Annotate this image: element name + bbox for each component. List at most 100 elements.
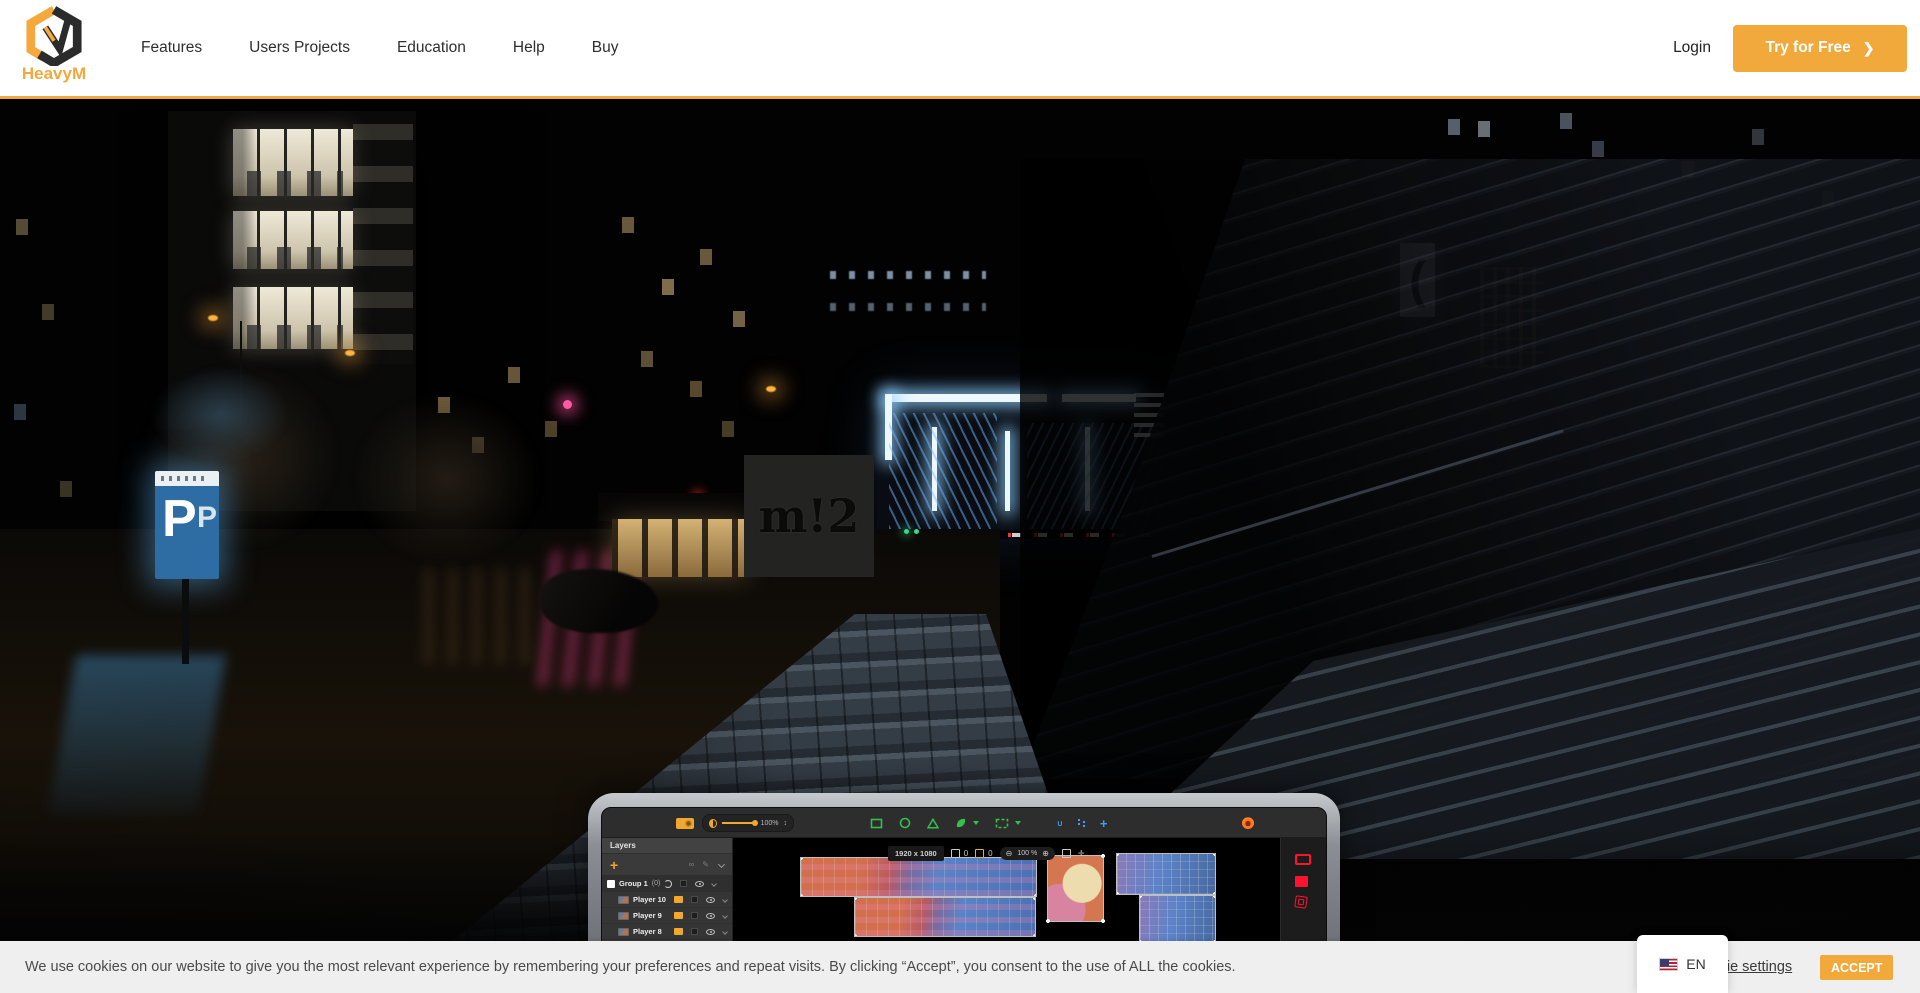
nav-item-help[interactable]: Help <box>513 39 545 57</box>
green-signal-light <box>904 529 909 534</box>
mapping-quad[interactable] <box>801 858 1036 896</box>
magnet-icon[interactable]: ∪ <box>1057 819 1063 828</box>
visibility-eye-icon[interactable] <box>706 897 715 903</box>
layer-row-player[interactable]: Player 9 <box>602 908 732 924</box>
solo-toggle[interactable] <box>691 928 698 935</box>
media-folder-icon[interactable] <box>674 912 683 919</box>
building-window <box>353 124 413 364</box>
nav-item-users-projects[interactable]: Users Projects <box>249 39 350 57</box>
media-folder-icon[interactable] <box>674 928 683 935</box>
cookie-banner: We use cookies on our website to give yo… <box>0 941 1920 993</box>
fit-view-icon[interactable] <box>1062 849 1071 858</box>
effect-cube-icon[interactable] <box>1294 895 1308 909</box>
tree <box>352 391 542 566</box>
shape-tools <box>870 808 1021 838</box>
expand-icon[interactable] <box>711 881 717 887</box>
zoom-controls: ⊖ 100 % ⊕ <box>1000 847 1055 860</box>
mapping-quad[interactable] <box>1117 854 1215 894</box>
login-link[interactable]: Login <box>1673 39 1711 57</box>
expand-icon[interactable] <box>722 897 728 903</box>
rectangle-tool-icon[interactable] <box>870 818 883 829</box>
resolution-badge: 1920 x 1080 <box>888 846 944 861</box>
heavym-logo[interactable]: HeavyM <box>14 6 94 92</box>
visibility-eye-icon[interactable] <box>706 929 715 935</box>
link-icon[interactable]: ∞ <box>689 860 695 869</box>
group-tool-icon[interactable] <box>995 818 1009 829</box>
layer-label: Player 9 <box>633 911 662 920</box>
solo-toggle[interactable] <box>691 896 698 903</box>
add-icon[interactable]: + <box>1100 816 1108 831</box>
cookie-accept-button[interactable]: ACCEPT <box>1820 955 1893 980</box>
test-pattern-icon[interactable] <box>1242 808 1254 838</box>
layer-thumbnail <box>618 928 629 936</box>
sign-pole <box>182 579 189 664</box>
language-selector[interactable]: EN <box>1637 935 1728 993</box>
layer-row-player[interactable]: Player 10 <box>602 892 732 908</box>
expand-icon[interactable] <box>722 929 728 935</box>
nav-item-education[interactable]: Education <box>397 39 466 57</box>
street-lamp <box>766 386 776 392</box>
loop-icon[interactable] <box>664 880 672 888</box>
layer-row-player[interactable]: Player 8 <box>602 924 732 940</box>
media-folder-icon[interactable] <box>674 896 683 903</box>
visibility-eye-icon[interactable] <box>695 881 704 887</box>
mapping-quad[interactable] <box>1048 856 1103 921</box>
pan-icon[interactable]: ✛ <box>1078 849 1085 858</box>
nav-item-buy[interactable]: Buy <box>592 39 619 57</box>
chevron-right-icon: ❯ <box>1863 40 1875 57</box>
parking-sign: P P <box>155 471 219 579</box>
effect-rectangle-icon[interactable] <box>1295 854 1311 865</box>
warm-reflection <box>425 569 535 664</box>
layer-label: Player 10 <box>633 895 666 904</box>
add-layer-button[interactable]: + <box>610 858 618 872</box>
alignment-tools: ∪ + <box>1057 808 1107 838</box>
ellipse-tool-icon[interactable] <box>899 817 911 829</box>
heavym-logo-text: HeavyM <box>14 64 94 84</box>
slider-track[interactable] <box>722 822 756 824</box>
layer-checkbox[interactable] <box>607 880 615 888</box>
freehand-tool-icon[interactable] <box>955 817 967 829</box>
mapping-quad[interactable] <box>1140 896 1215 942</box>
building-window <box>233 129 353 196</box>
layer-label: Group 1 <box>619 879 648 888</box>
opacity-value: 100% <box>761 820 779 827</box>
collapse-icon[interactable] <box>718 861 725 868</box>
layer-thumbnail <box>618 896 629 904</box>
blue-lit-tree <box>150 367 290 462</box>
language-code: EN <box>1686 956 1705 972</box>
mapping-quad[interactable] <box>855 898 1035 936</box>
nav-item-features[interactable]: Features <box>141 39 202 57</box>
expand-icon[interactable] <box>722 913 728 919</box>
try-for-free-button[interactable]: Try for Free ❯ <box>1733 25 1907 72</box>
visibility-eye-icon[interactable] <box>706 913 715 919</box>
layer-count: (0) <box>652 880 661 887</box>
zoom-in-icon[interactable]: ⊕ <box>1042 849 1049 858</box>
layers-panel-toolbar: + ∞ ✎ <box>602 854 732 876</box>
triangle-tool-icon[interactable] <box>927 818 939 829</box>
selection-frame-icon[interactable] <box>975 849 984 858</box>
distribute-icon[interactable] <box>1077 818 1086 829</box>
opacity-slider[interactable]: 100% ↕ <box>702 814 794 832</box>
blue-reflection <box>48 655 226 815</box>
hero-section: ( m!2 P P <box>0 99 1920 993</box>
layer-row-group[interactable]: Group 1 (0) <box>602 876 732 892</box>
output-frame-icon[interactable] <box>951 849 960 858</box>
us-flag-icon <box>1659 958 1678 971</box>
counter-b: 0 <box>988 849 992 858</box>
caret-down-icon[interactable] <box>1015 821 1021 825</box>
edit-icon[interactable]: ✎ <box>702 860 709 869</box>
heavym-landing-page: HeavyM Features Users Projects Education… <box>0 0 1920 993</box>
zoom-value: 100 % <box>1017 850 1037 857</box>
stepper-icon[interactable]: ↕ <box>784 820 788 827</box>
building-window <box>233 287 353 349</box>
projector-icon[interactable] <box>676 808 694 838</box>
solo-toggle[interactable] <box>691 912 698 919</box>
effect-fill-icon[interactable] <box>1295 876 1308 887</box>
parking-sign-letter-secondary: P <box>197 501 217 535</box>
parking-sign-header <box>155 471 219 486</box>
solo-toggle[interactable] <box>680 880 687 887</box>
caret-down-icon[interactable] <box>973 821 979 825</box>
lit-building-floor <box>830 271 986 279</box>
zoom-out-icon[interactable]: ⊖ <box>1006 849 1013 858</box>
canvas-toolbar: 1920 x 1080 0 0 ⊖ 100 % ⊕ ✛ <box>888 845 1085 862</box>
